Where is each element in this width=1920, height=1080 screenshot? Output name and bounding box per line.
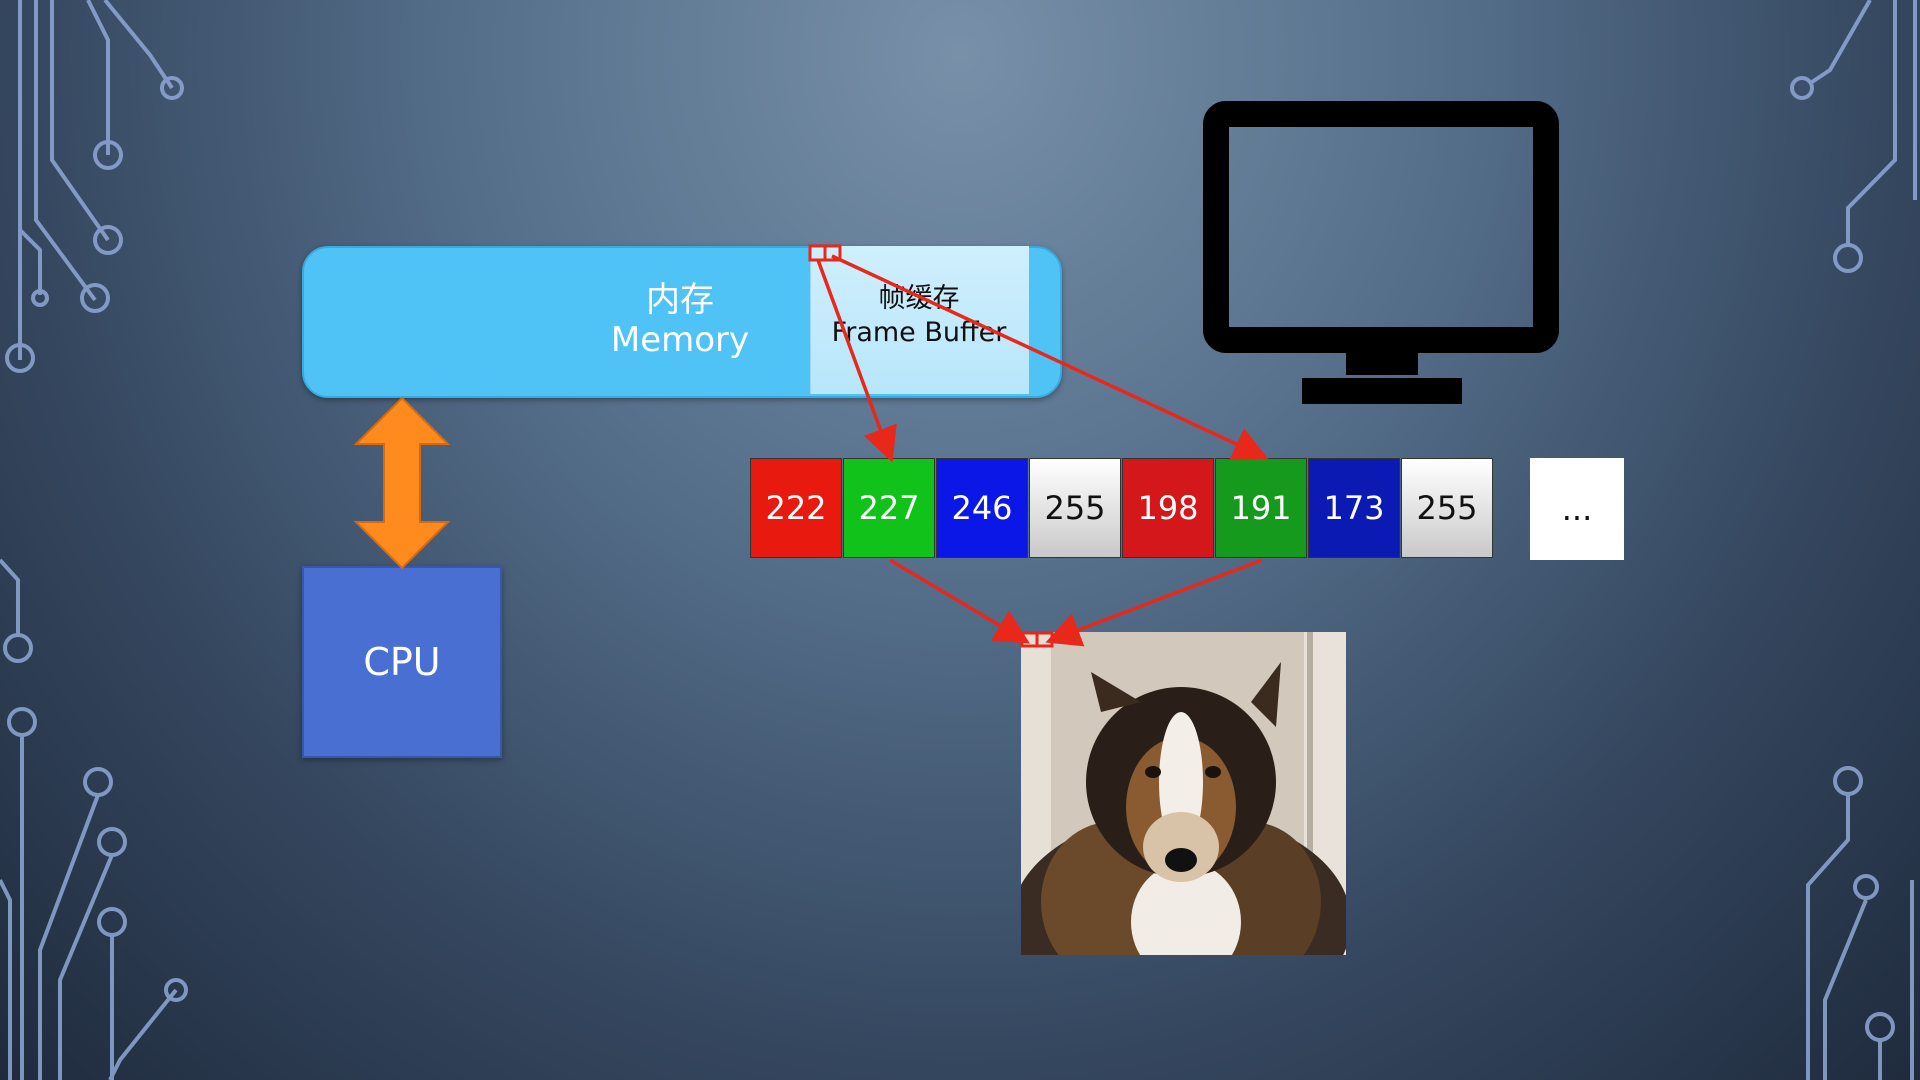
circuit-node: [97, 827, 127, 857]
frame-buffer-label: 帧缓存 Frame Buffer: [810, 282, 1028, 350]
circuit-line: [0, 879, 12, 1080]
pixel-cell: 246: [936, 458, 1028, 558]
pixel-cell: 227: [843, 458, 935, 558]
frame-buffer-label-zh: 帧缓存: [878, 283, 960, 314]
circuit-line: [86, 0, 110, 155]
circuit-node: [1790, 76, 1814, 100]
cpu-block: CPU: [302, 566, 502, 758]
circuit-node: [1865, 1012, 1895, 1042]
circuit-node: [83, 767, 113, 797]
circuit-line: [38, 794, 100, 1080]
circuit-node: [1833, 766, 1863, 796]
circuit-line: [108, 988, 178, 1080]
circuit-line: [34, 0, 97, 302]
memory-label-en: Memory: [610, 320, 750, 360]
circuit-line: [50, 0, 110, 242]
circuit-line: [58, 854, 114, 1080]
pixel-cell: 191: [1215, 458, 1307, 558]
pixel-cell: 222: [750, 458, 842, 558]
pixel-cell: 255: [1029, 458, 1121, 558]
memory-label: 内存 Memory: [600, 280, 760, 360]
circuit-node: [1853, 874, 1879, 900]
pixel-cell: 255: [1401, 458, 1493, 558]
circuit-node: [97, 907, 127, 937]
circuit-line: [0, 558, 20, 635]
circuit-line: [1823, 899, 1868, 1080]
circuit-line: [103, 0, 174, 90]
pixel-cell: 173: [1308, 458, 1400, 558]
circuit-node: [3, 633, 33, 663]
circuit-line: [18, 228, 42, 295]
circuit-node: [1833, 243, 1863, 273]
pixel-cell: 198: [1122, 458, 1214, 558]
circuit-line: [1806, 794, 1850, 1080]
frame-buffer-label-en: Frame Buffer: [831, 317, 1007, 348]
circuit-line: [1846, 0, 1897, 245]
circuit-line: [1810, 0, 1872, 84]
ellipsis-box: ...: [1530, 458, 1624, 560]
collie-dog-photo: [1021, 632, 1346, 955]
memory-label-zh: 内存: [646, 280, 714, 320]
circuit-node: [7, 707, 37, 737]
